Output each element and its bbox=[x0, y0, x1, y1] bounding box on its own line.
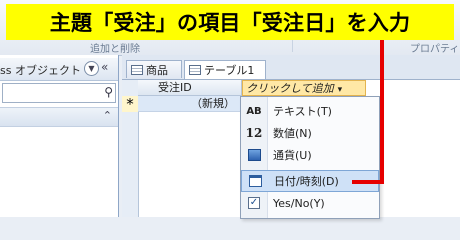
tab-table1[interactable]: テーブル1 bbox=[184, 60, 266, 79]
table-icon bbox=[131, 64, 143, 75]
table-icon bbox=[189, 65, 201, 75]
search-icon[interactable]: ⚲ bbox=[104, 85, 113, 99]
menu-item-currency[interactable]: 通貨(U) bbox=[241, 144, 379, 166]
menu-item-text[interactable]: AB テキスト(T) bbox=[241, 100, 379, 122]
ribbon-group-add-delete: 追加と削除 bbox=[90, 44, 140, 55]
menu-item-label: テキスト(T) bbox=[273, 105, 332, 118]
checkbox-icon: ✓ bbox=[248, 197, 260, 209]
tab-products[interactable]: 商品 bbox=[126, 60, 182, 78]
column-header-order-id[interactable]: 受注ID bbox=[138, 80, 242, 96]
pointer-line-horizontal bbox=[352, 180, 384, 184]
number-12-icon: 12 bbox=[245, 126, 263, 140]
document-tabbar: 商品 テーブル1 bbox=[122, 55, 460, 80]
nav-title: ss オブジェクト bbox=[0, 64, 81, 77]
nav-group-header[interactable]: ⌃ bbox=[0, 107, 118, 127]
text-ab-icon: AB bbox=[246, 105, 262, 117]
shutter-bar-collapse-icon[interactable]: « bbox=[101, 60, 108, 74]
nav-header[interactable]: ss オブジェクト ▼ « bbox=[0, 58, 118, 81]
menu-item-label: Yes/No(Y) bbox=[273, 196, 325, 210]
ribbon-group-properties: プロパティ bbox=[410, 44, 460, 55]
menu-item-label: 日付/時刻(D) bbox=[274, 175, 339, 188]
nav-menu-chevron-icon[interactable]: ▼ bbox=[84, 61, 99, 76]
field-type-menu: AB テキスト(T) 12 数値(N) 通貨(U) 日付/時刻(D) ✓ Yes… bbox=[240, 96, 380, 219]
new-record-cell[interactable]: （新規） bbox=[138, 96, 242, 112]
menu-item-label: 数値(N) bbox=[273, 127, 312, 140]
navigation-pane: ss オブジェクト ▼ « ⚲ ⌃ bbox=[0, 55, 119, 217]
dropdown-arrow-icon[interactable]: ▾ bbox=[338, 85, 343, 95]
new-record-asterisk-icon: * bbox=[122, 96, 138, 112]
pointer-line-vertical bbox=[380, 40, 384, 184]
menu-item-yes-no[interactable]: ✓ Yes/No(Y) bbox=[241, 192, 379, 214]
tab-label: テーブル1 bbox=[204, 64, 255, 77]
menu-item-number[interactable]: 12 数値(N) bbox=[241, 122, 379, 144]
tab-label: 商品 bbox=[146, 63, 168, 77]
column-header-click-to-add[interactable]: クリックして追加 ▾ bbox=[242, 80, 366, 96]
chevron-up-icon[interactable]: ⌃ bbox=[103, 109, 112, 122]
menu-item-label: 通貨(U) bbox=[273, 149, 312, 162]
click-to-add-label: クリックして追加 bbox=[246, 82, 334, 95]
caption-banner: 主題「受注」の項目「受注日」を入力 bbox=[6, 4, 454, 40]
currency-icon bbox=[247, 149, 261, 161]
nav-search-input[interactable]: ⚲ bbox=[2, 83, 116, 103]
calendar-icon bbox=[248, 175, 262, 187]
